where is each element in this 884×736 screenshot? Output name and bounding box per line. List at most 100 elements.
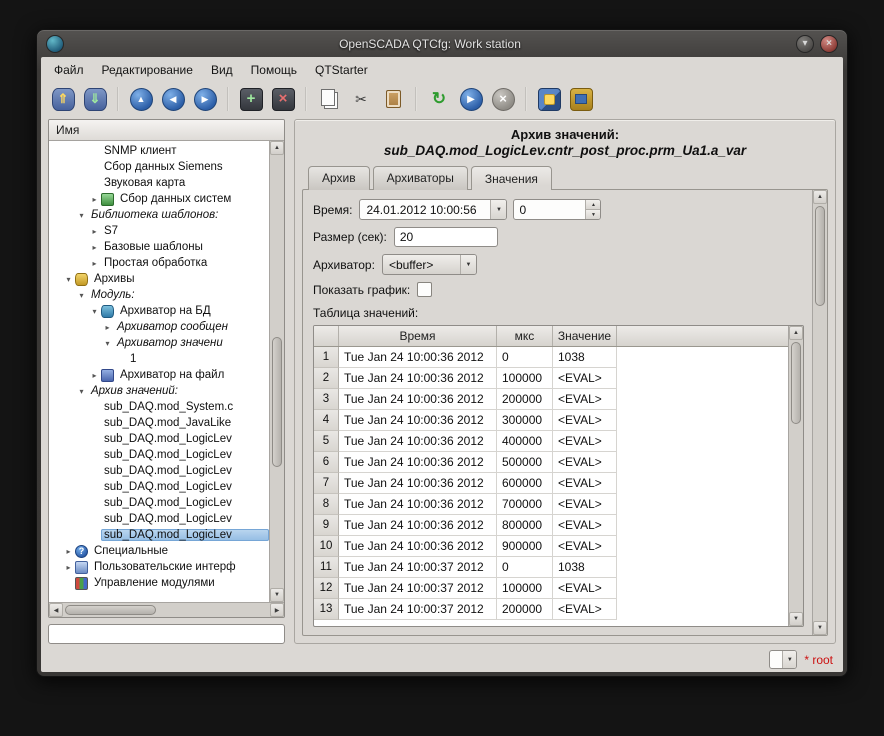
table-cell-mks[interactable]: 500000 — [497, 452, 553, 473]
tree-item[interactable]: 1 — [49, 351, 269, 367]
copy-item-button[interactable] — [314, 84, 344, 114]
tree-item[interactable]: SNMP клиент — [49, 143, 269, 159]
tree-item[interactable]: Архивы — [49, 271, 269, 287]
table-cell-time[interactable]: Tue Jan 24 10:00:36 2012 — [339, 473, 497, 494]
table-cell-value[interactable]: <EVAL> — [553, 410, 617, 431]
tree-vertical-scrollbar[interactable] — [269, 141, 284, 602]
table-cell-mks[interactable]: 100000 — [497, 368, 553, 389]
scroll-down-icon[interactable] — [789, 612, 803, 626]
row-number-cell[interactable]: 8 — [314, 494, 339, 515]
table-cell-value[interactable]: <EVAL> — [553, 599, 617, 620]
tree-item[interactable]: sub_DAQ.mod_LogicLev — [49, 463, 269, 479]
tree-horizontal-scrollbar[interactable] — [49, 602, 284, 617]
table-cell-value[interactable]: <EVAL> — [553, 389, 617, 410]
table-cell-mks[interactable]: 0 — [497, 347, 553, 368]
tree-item-selected[interactable]: sub_DAQ.mod_LogicLev — [49, 527, 269, 543]
tree-search-input[interactable] — [48, 624, 285, 644]
scrollbar-thumb[interactable] — [815, 206, 825, 306]
tree-item[interactable]: Сбор данных Siemens — [49, 159, 269, 175]
collapse-icon[interactable] — [75, 291, 88, 300]
row-number-cell[interactable]: 2 — [314, 368, 339, 389]
tree-item[interactable]: Модуль: — [49, 287, 269, 303]
row-number-cell[interactable]: 10 — [314, 536, 339, 557]
chevron-down-icon[interactable] — [490, 200, 506, 219]
spin-down-icon[interactable] — [586, 210, 600, 219]
titlebar[interactable]: OpenSCADA QTCfg: Work station — [41, 30, 843, 57]
archiver-combobox[interactable]: <buffer> — [382, 254, 477, 275]
expand-icon[interactable] — [88, 195, 101, 204]
expand-icon[interactable] — [88, 243, 101, 252]
row-number-cell[interactable]: 13 — [314, 599, 339, 620]
table-cell-mks[interactable]: 900000 — [497, 536, 553, 557]
table-cell-mks[interactable]: 200000 — [497, 599, 553, 620]
collapse-icon[interactable] — [75, 387, 88, 396]
menu-edit[interactable]: Редактирование — [93, 60, 202, 80]
scroll-down-icon[interactable] — [813, 621, 827, 635]
row-number-cell[interactable]: 5 — [314, 431, 339, 452]
scrollbar-track[interactable] — [270, 155, 284, 588]
tree-item[interactable]: Специальные — [49, 543, 269, 559]
spin-up-icon[interactable] — [586, 200, 600, 210]
tree-item[interactable]: Пользовательские интерф — [49, 559, 269, 575]
table-cell-time[interactable]: Tue Jan 24 10:00:36 2012 — [339, 368, 497, 389]
tree-item[interactable]: sub_DAQ.mod_LogicLev — [49, 511, 269, 527]
table-cell-mks[interactable]: 600000 — [497, 473, 553, 494]
table-cell-mks[interactable]: 400000 — [497, 431, 553, 452]
tree-item[interactable]: Сбор данных систем — [49, 191, 269, 207]
close-button[interactable] — [820, 35, 838, 53]
table-cell-time[interactable]: Tue Jan 24 10:00:36 2012 — [339, 431, 497, 452]
menu-file[interactable]: Файл — [45, 60, 93, 80]
tree-item[interactable]: Архиватор сообщен — [49, 319, 269, 335]
scroll-up-icon[interactable] — [789, 326, 803, 340]
row-number-cell[interactable]: 3 — [314, 389, 339, 410]
table-cell-value[interactable]: 1038 — [553, 557, 617, 578]
table-cell-time[interactable]: Tue Jan 24 10:00:36 2012 — [339, 410, 497, 431]
table-vertical-scrollbar[interactable] — [788, 326, 803, 626]
go-forward-button[interactable] — [190, 84, 220, 114]
table-cell-time[interactable]: Tue Jan 24 10:00:36 2012 — [339, 515, 497, 536]
add-item-button[interactable] — [236, 84, 266, 114]
qtcfg-starter-button[interactable] — [534, 84, 564, 114]
table-cell-time[interactable]: Tue Jan 24 10:00:36 2012 — [339, 494, 497, 515]
scrollbar-thumb[interactable] — [65, 605, 156, 615]
tree-item[interactable]: sub_DAQ.mod_LogicLev — [49, 431, 269, 447]
table-cell-value[interactable]: <EVAL> — [553, 536, 617, 557]
table-cell-mks[interactable]: 0 — [497, 557, 553, 578]
scroll-left-icon[interactable] — [49, 603, 63, 617]
table-cell-mks[interactable]: 100000 — [497, 578, 553, 599]
row-number-cell[interactable]: 9 — [314, 515, 339, 536]
tree-item[interactable]: Управление модулями — [49, 575, 269, 591]
paste-item-button[interactable] — [378, 84, 408, 114]
table-cell-value[interactable]: <EVAL> — [553, 515, 617, 536]
chevron-down-icon[interactable] — [460, 255, 476, 274]
tree-item[interactable]: Архиватор на файл — [49, 367, 269, 383]
table-cell-mks[interactable]: 300000 — [497, 410, 553, 431]
save-to-db-button[interactable] — [80, 84, 110, 114]
column-header-time[interactable]: Время — [339, 326, 497, 346]
tree-item[interactable]: sub_DAQ.mod_JavaLike — [49, 415, 269, 431]
user-combobox[interactable] — [769, 650, 797, 669]
tree-item[interactable]: Архиватор на БД — [49, 303, 269, 319]
table-cell-time[interactable]: Tue Jan 24 10:00:37 2012 — [339, 557, 497, 578]
stop-periodic-update-button[interactable] — [488, 84, 518, 114]
collapse-icon[interactable] — [75, 211, 88, 220]
load-from-db-button[interactable] — [48, 84, 78, 114]
app-icon[interactable] — [46, 35, 64, 53]
collapse-icon[interactable] — [88, 307, 101, 316]
table-cell-time[interactable]: Tue Jan 24 10:00:36 2012 — [339, 452, 497, 473]
corner-header[interactable] — [314, 326, 339, 346]
tree-item[interactable]: sub_DAQ.mod_LogicLev — [49, 447, 269, 463]
tab-archive[interactable]: Архив — [308, 166, 370, 190]
go-up-button[interactable] — [126, 84, 156, 114]
table-cell-mks[interactable]: 700000 — [497, 494, 553, 515]
table-cell-mks[interactable]: 800000 — [497, 515, 553, 536]
menu-help[interactable]: Помощь — [242, 60, 306, 80]
tree-header[interactable]: Имя — [49, 120, 284, 141]
cut-item-button[interactable] — [346, 84, 376, 114]
tree-item[interactable]: sub_DAQ.mod_System.c — [49, 399, 269, 415]
tree-item[interactable]: Звуковая карта — [49, 175, 269, 191]
row-number-cell[interactable]: 6 — [314, 452, 339, 473]
table-cell-time[interactable]: Tue Jan 24 10:00:37 2012 — [339, 599, 497, 620]
tree-item[interactable]: Архив значений: — [49, 383, 269, 399]
table-cell-value[interactable]: <EVAL> — [553, 452, 617, 473]
